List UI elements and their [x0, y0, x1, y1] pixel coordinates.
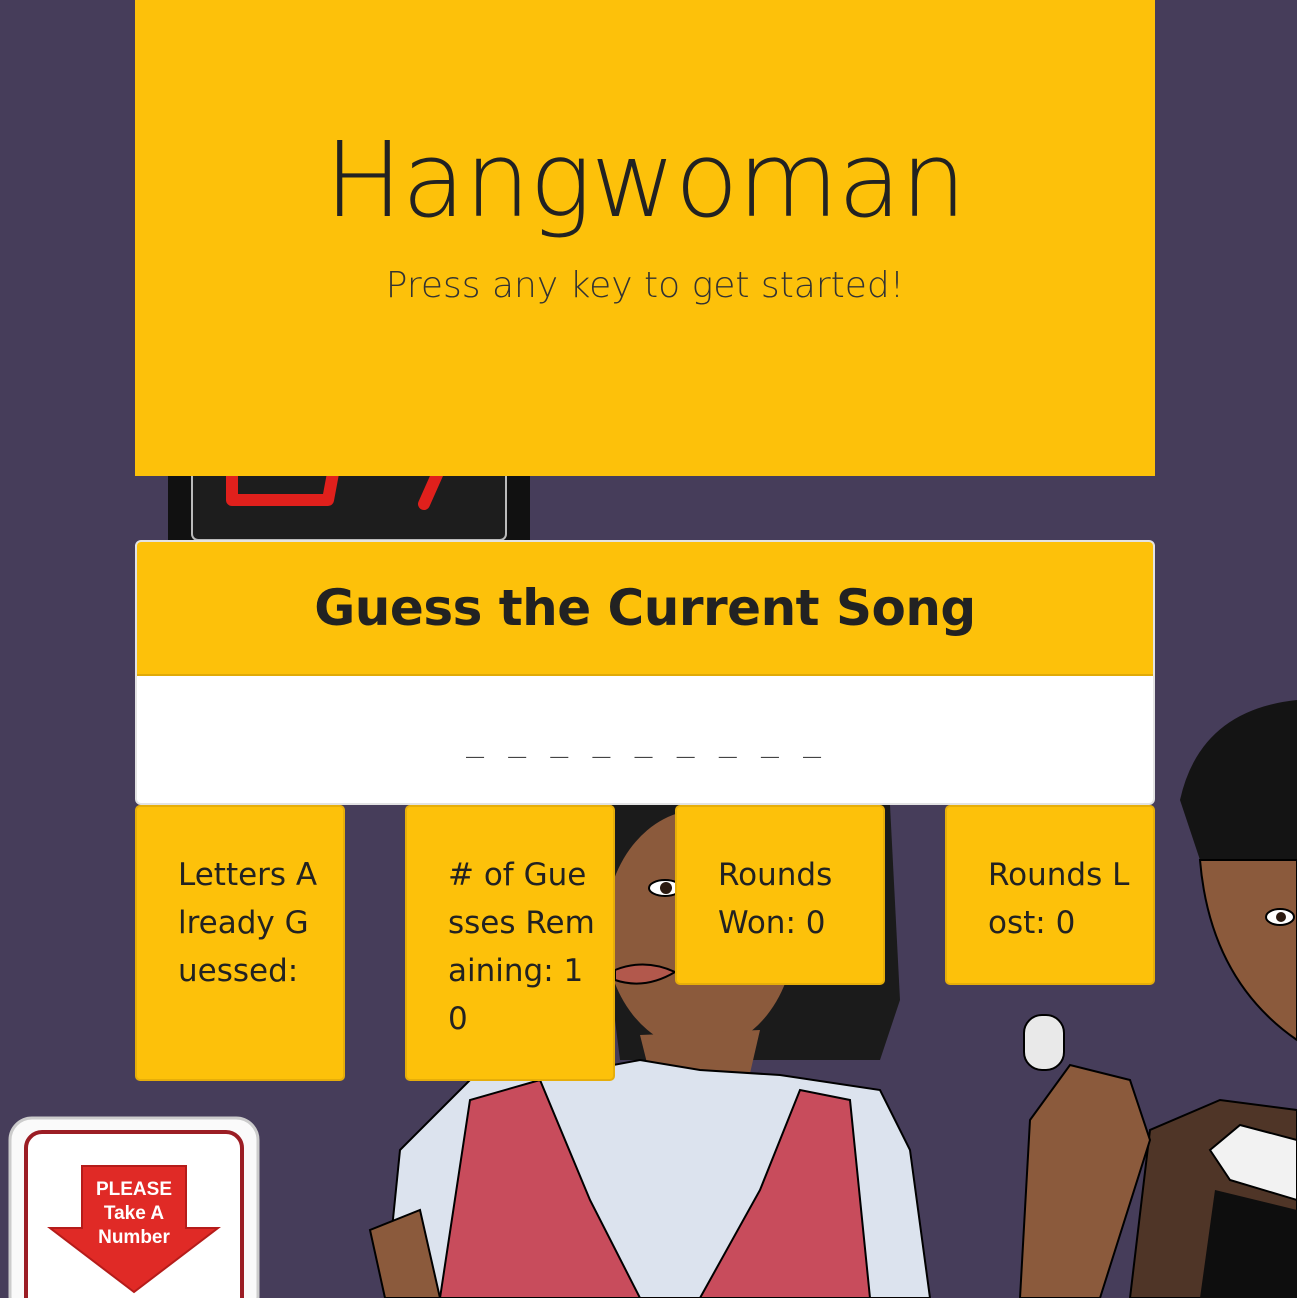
page-title: Hangwoman — [324, 119, 967, 241]
header-jumbotron: Hangwoman Press any key to get started! — [135, 0, 1155, 476]
song-card-body: _ _ _ _ _ _ _ _ _ — [137, 676, 1153, 803]
rounds-lost-card: Rounds Lost: 0 — [945, 805, 1155, 985]
rounds-won-card: Rounds Won: 0 — [675, 805, 885, 985]
start-instructions: Press any key to get started! — [385, 265, 905, 306]
song-card: Guess the Current Song _ _ _ _ _ _ _ _ _ — [135, 540, 1155, 805]
letters-guessed-card: Letters Already Guessed: — [135, 805, 345, 1081]
word-blanks: _ _ _ _ _ _ _ _ _ — [465, 724, 825, 759]
guesses-remaining-text: # of Guesses Remaining: 10 — [448, 857, 595, 1037]
rounds-lost-text: Rounds Lost: 0 — [988, 857, 1130, 941]
page: PLEASE Take A Number Hangwoman Press any… — [0, 0, 1297, 1298]
rounds-won-text: Rounds Won: 0 — [718, 857, 833, 941]
letters-guessed-text: Letters Already Guessed: — [178, 857, 318, 989]
song-card-title: Guess the Current Song — [314, 579, 976, 637]
take-a-number-sign-text: PLEASE Take A Number — [95, 1179, 173, 1248]
guesses-remaining-card: # of Guesses Remaining: 10 — [405, 805, 615, 1081]
song-card-header: Guess the Current Song — [137, 542, 1153, 676]
